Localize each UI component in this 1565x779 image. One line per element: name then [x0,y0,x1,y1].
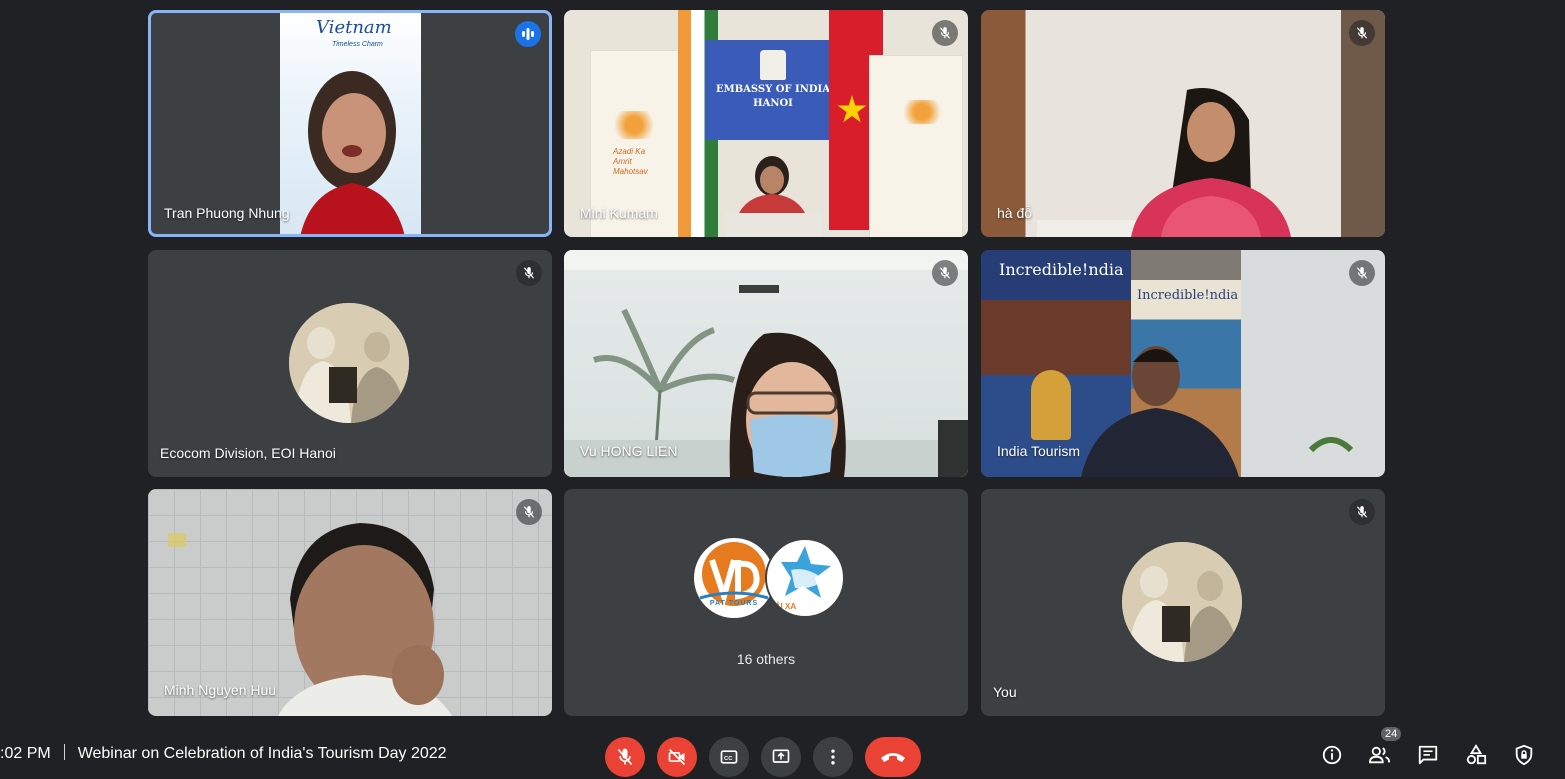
participants-count-badge: 24 [1381,727,1402,741]
present-icon [772,749,790,763]
participant-tile[interactable]: Azadi Ka Amrit Mahotsav EMBASSY OF INDIA… [564,10,968,237]
others-count: 16 others [736,651,796,667]
participant-tile[interactable]: Ecocom Division, EOI Hanoi [148,250,552,477]
participant-tile[interactable]: Incredible!ndia Incredible!ndia India To… [981,250,1385,477]
captions-icon: CC [720,750,738,764]
host-controls-button[interactable] [1511,742,1537,768]
camera-off-icon [668,748,686,766]
more-vert-icon [831,749,835,765]
captions-button[interactable]: CC [709,737,749,777]
divider [63,744,65,760]
end-call-button[interactable] [865,737,921,777]
others-tile[interactable]: PAT TOURS HẢI XA 16 others [564,489,968,716]
mic-off-icon [516,499,542,525]
participant-name: Minh Nguyen Huu [164,682,277,698]
info-icon [1322,745,1342,765]
mic-off-icon [932,260,958,286]
activities-icon [1466,744,1487,765]
video-feed [981,10,1385,237]
person-silhouette [300,71,405,234]
mic-off-icon [932,20,958,46]
participant-name: Mini Kumam [580,205,658,221]
activities-button[interactable] [1463,742,1489,768]
chat-icon [1418,745,1438,765]
shield-lock-icon [1515,744,1533,766]
participant-name: Tran Phuong Nhung [164,205,290,221]
person-silhouette [1131,88,1291,237]
bottom-control-bar: :02 PM Webinar on Celebration of India's … [0,727,1565,779]
svg-text:CC: CC [724,756,733,762]
mic-off-icon [1349,499,1375,525]
video-feed: Vietnam Timeless Charm [280,13,421,234]
avatar: HẢI XA [765,538,845,618]
self-tile[interactable]: You [981,489,1385,716]
people-icon [1368,746,1391,764]
participant-tile[interactable]: Vietnam Timeless Charm Tran Phuong Nhung [148,10,552,237]
camera-toggle-button[interactable] [657,737,697,777]
mic-toggle-button[interactable] [605,737,645,777]
participant-tile[interactable]: Vu HONG LIEN [564,250,968,477]
meeting-time: :02 PM [0,745,51,762]
avatar [289,303,409,423]
mic-off-icon [1349,20,1375,46]
speaking-indicator-icon [515,21,541,47]
mic-off-icon [617,748,633,766]
present-button[interactable] [761,737,801,777]
video-feed: Azadi Ka Amrit Mahotsav EMBASSY OF INDIA… [564,10,968,237]
participant-name: hà đỗ [997,205,1033,221]
participant-name: You [993,684,1017,700]
participant-tile[interactable]: Minh Nguyen Huu [148,489,552,716]
participant-name: Ecocom Division, EOI Hanoi [160,445,336,461]
avatar [1122,542,1242,662]
participant-name: Vu HONG LIEN [580,443,678,459]
mic-off-icon [1349,260,1375,286]
chat-button[interactable] [1415,742,1441,768]
person-silhouette [726,156,822,237]
participant-name: India Tourism [997,443,1081,459]
mic-off-icon [516,260,542,286]
more-options-button[interactable] [813,737,853,777]
participant-tile[interactable]: hà đỗ [981,10,1385,237]
meeting-details-button[interactable] [1319,742,1345,768]
avatar: PAT TOURS [694,538,774,618]
participants-button[interactable] [1367,742,1393,768]
meeting-title: Webinar on Celebration of India's Touris… [77,745,447,762]
end-call-icon [881,753,905,762]
meeting-info: :02 PM Webinar on Celebration of India's … [0,744,447,763]
